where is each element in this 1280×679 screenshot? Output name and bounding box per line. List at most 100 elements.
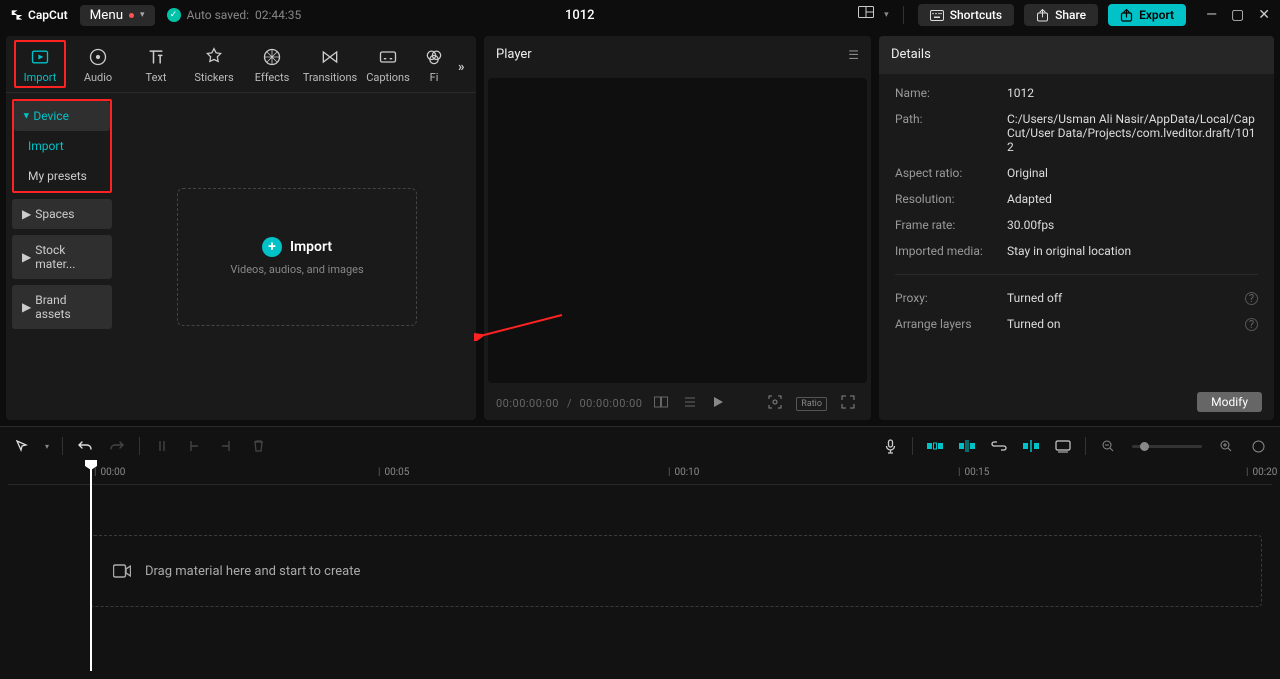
magnet-all-button[interactable] bbox=[953, 434, 981, 458]
detail-label: Imported media: bbox=[895, 244, 995, 258]
detail-value: 1012 bbox=[1007, 86, 1258, 100]
media-dropzone-area: + Import Videos, audios, and images bbox=[118, 93, 476, 420]
maximize-button[interactable]: ▢ bbox=[1231, 7, 1244, 23]
link-button[interactable] bbox=[985, 434, 1013, 458]
undo-button[interactable] bbox=[71, 434, 99, 458]
zoom-out-button[interactable] bbox=[1094, 434, 1122, 458]
close-button[interactable]: ✕ bbox=[1258, 7, 1270, 23]
timecode-total: 00:00:00:00 bbox=[580, 397, 643, 410]
tab-stickers-label: Stickers bbox=[194, 71, 233, 84]
detail-row-res: Resolution: Adapted bbox=[895, 192, 1258, 206]
sidebar-label: Import bbox=[28, 139, 64, 153]
snap-button[interactable] bbox=[1017, 434, 1045, 458]
panel-menu-icon[interactable]: ☰ bbox=[848, 48, 859, 62]
sidebar-item-spaces[interactable]: ▶ Spaces bbox=[12, 199, 112, 229]
media-body: ▶ Device Import My presets ▶ Spaces ▶ bbox=[6, 93, 476, 420]
zoom-in-button[interactable] bbox=[1212, 434, 1240, 458]
detail-row-name: Name: 1012 bbox=[895, 86, 1258, 100]
shortcuts-button[interactable]: Shortcuts bbox=[918, 4, 1014, 26]
layout-icon[interactable] bbox=[858, 6, 874, 24]
import-dropzone[interactable]: + Import Videos, audios, and images bbox=[177, 188, 417, 326]
minimize-button[interactable]: — bbox=[1206, 7, 1217, 23]
app-name: CapCut bbox=[28, 8, 68, 22]
details-title: Details bbox=[891, 47, 931, 62]
zoom-slider-knob[interactable] bbox=[1140, 442, 1149, 451]
autosave-time: 02:44:35 bbox=[255, 8, 301, 22]
chevron-right-icon: ▶ bbox=[22, 207, 31, 221]
sidebar-label: Brand assets bbox=[35, 293, 102, 321]
details-body: Name: 1012 Path: C:/Users/Usman Ali Nasi… bbox=[879, 74, 1274, 384]
sidebar-item-my-presets[interactable]: My presets bbox=[14, 161, 110, 191]
chevron-down-icon: ▾ bbox=[140, 10, 145, 20]
tab-audio[interactable]: Audio bbox=[76, 42, 120, 92]
focus-icon[interactable] bbox=[764, 393, 786, 414]
timeline-tracks[interactable]: Drag material here and start to create bbox=[8, 485, 1272, 671]
stickers-icon bbox=[203, 46, 225, 68]
info-icon[interactable]: ? bbox=[1245, 292, 1258, 305]
tab-text[interactable]: Text bbox=[134, 42, 178, 92]
split-button[interactable] bbox=[148, 434, 176, 458]
fullscreen-icon[interactable] bbox=[837, 393, 859, 414]
trim-left-button[interactable] bbox=[180, 434, 208, 458]
player-viewport[interactable] bbox=[488, 78, 867, 383]
details-header: Details bbox=[879, 36, 1274, 74]
tab-effects[interactable]: Effects bbox=[250, 42, 294, 92]
selection-dropdown[interactable]: ▾ bbox=[40, 434, 54, 458]
effects-icon bbox=[261, 46, 283, 68]
export-icon bbox=[1120, 9, 1133, 22]
info-icon[interactable]: ? bbox=[1245, 318, 1258, 331]
redo-button[interactable] bbox=[103, 434, 131, 458]
share-button[interactable]: Share bbox=[1024, 4, 1098, 26]
separator bbox=[1085, 437, 1086, 455]
selection-tool[interactable] bbox=[8, 434, 36, 458]
chevron-right-icon: ▶ bbox=[22, 300, 31, 314]
list-icon[interactable] bbox=[680, 394, 700, 413]
zoom-fit-button[interactable] bbox=[1244, 434, 1272, 458]
chevron-down-icon[interactable]: ▾ bbox=[884, 10, 889, 20]
tab-transitions[interactable]: Transitions bbox=[308, 42, 352, 92]
delete-button[interactable] bbox=[244, 434, 272, 458]
playhead[interactable] bbox=[90, 461, 92, 671]
menu-button[interactable]: Menu ▾ bbox=[80, 5, 155, 26]
tab-audio-label: Audio bbox=[84, 71, 112, 84]
separator bbox=[62, 437, 63, 455]
tab-captions[interactable]: Captions bbox=[366, 42, 410, 92]
zoom-slider[interactable] bbox=[1132, 445, 1202, 448]
track-dropzone[interactable]: Drag material here and start to create bbox=[90, 535, 1262, 607]
tab-text-label: Text bbox=[146, 71, 167, 84]
sidebar-item-import[interactable]: Import bbox=[14, 131, 110, 161]
timeline-ruler[interactable]: |00:00 |00:05 |00:10 |00:15 |00:20 bbox=[8, 461, 1272, 485]
play-button[interactable] bbox=[708, 394, 728, 413]
ruler-tick: |00:15 bbox=[958, 467, 989, 478]
tab-filters-label: Fi bbox=[430, 71, 439, 84]
preview-render-button[interactable] bbox=[1049, 434, 1077, 458]
app-logo: CapCut bbox=[10, 8, 68, 22]
modify-button[interactable]: Modify bbox=[1197, 392, 1262, 412]
export-label: Export bbox=[1139, 8, 1174, 22]
menu-notification-dot bbox=[129, 13, 134, 18]
tab-captions-label: Captions bbox=[366, 71, 410, 84]
sidebar-item-stock[interactable]: ▶ Stock mater... bbox=[12, 235, 112, 279]
mic-button[interactable] bbox=[876, 434, 904, 458]
detail-value: Adapted bbox=[1007, 192, 1258, 206]
tab-stickers[interactable]: Stickers bbox=[192, 42, 236, 92]
ratio-button[interactable]: Ratio bbox=[796, 397, 827, 411]
detail-value: Turned off bbox=[1007, 291, 1233, 305]
sidebar-label: Spaces bbox=[35, 207, 74, 221]
dropzone-title: Import bbox=[290, 239, 332, 255]
project-title[interactable]: 1012 bbox=[313, 8, 846, 23]
tab-filters[interactable]: Fi bbox=[424, 42, 444, 92]
ruler-tick: |00:20 bbox=[1246, 467, 1277, 478]
tabs-more-button[interactable]: » bbox=[458, 60, 469, 75]
trim-right-button[interactable] bbox=[212, 434, 240, 458]
magnet-main-button[interactable] bbox=[921, 434, 949, 458]
compare-icon[interactable] bbox=[650, 394, 672, 413]
detail-row-fps: Frame rate: 30.00fps bbox=[895, 218, 1258, 232]
text-icon bbox=[145, 46, 167, 68]
sidebar-item-brand[interactable]: ▶ Brand assets bbox=[12, 285, 112, 329]
player-header: Player ☰ bbox=[484, 36, 871, 74]
export-button[interactable]: Export bbox=[1108, 4, 1186, 26]
sidebar-item-device[interactable]: ▶ Device bbox=[14, 101, 110, 131]
keyboard-icon bbox=[930, 10, 944, 21]
tab-import[interactable]: Import bbox=[18, 42, 62, 92]
